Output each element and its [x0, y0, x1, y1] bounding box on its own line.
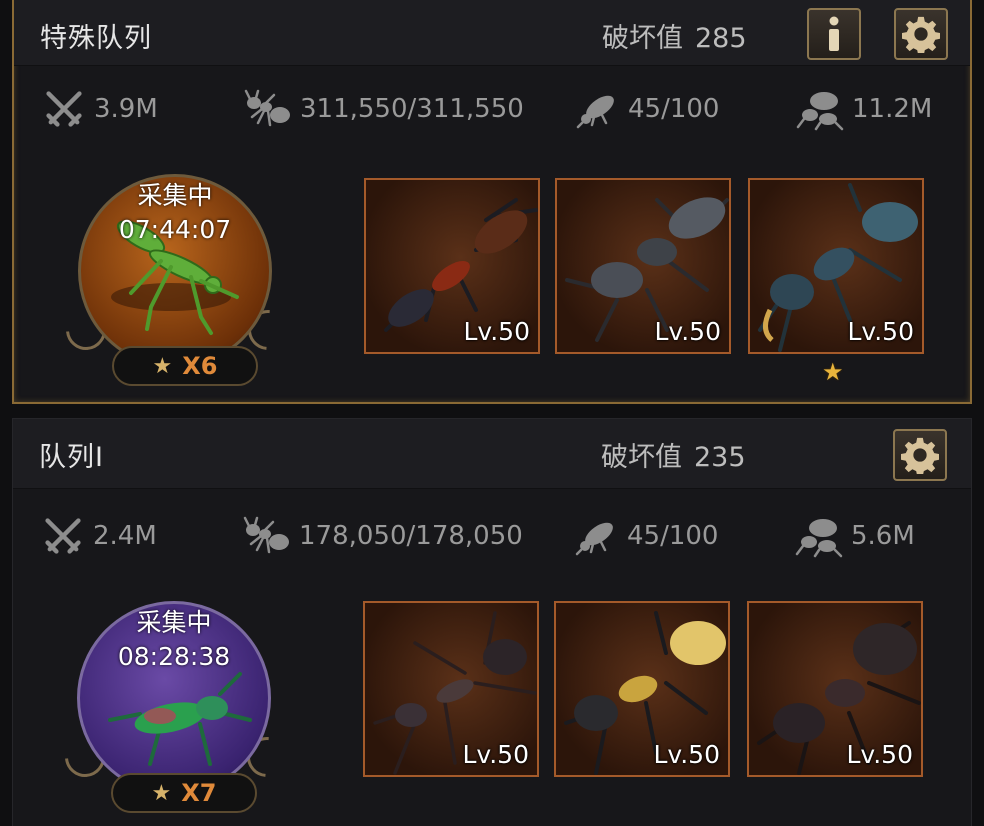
settings-button[interactable] [893, 429, 947, 481]
ant-icon [244, 87, 292, 131]
squad-stats: 2.4M 178,050/178,050 45/100 5.6M [13, 511, 971, 561]
troop-stat: 311,550/311,550 [244, 84, 524, 134]
gathering-status: 采集中 [137, 181, 213, 210]
load-stat: 5.6M [795, 511, 915, 561]
capacity-value: 45/100 [628, 94, 720, 124]
attack-stat: 2.4M [41, 511, 157, 561]
troop-card[interactable]: Lv.50 [748, 178, 924, 354]
gathering-timer: 07:44:07 [118, 215, 232, 244]
settings-button[interactable] [894, 8, 948, 60]
gathering-timer: 08:28:38 [117, 642, 231, 671]
beetle-icon [575, 514, 619, 558]
troop-level: Lv.50 [462, 740, 529, 769]
troop-card[interactable]: Lv.50 [747, 601, 923, 777]
squad-title: 队列I [39, 442, 104, 473]
attack-value: 3.9M [94, 94, 158, 124]
troop-level: Lv.50 [653, 740, 720, 769]
portrait-disc: 采集中 08:28:38 [77, 601, 271, 795]
troop-level: Lv.50 [847, 317, 914, 346]
carry-ant-icon [796, 87, 844, 131]
damage-label: 破坏值 [601, 442, 682, 473]
crossed-swords-icon [41, 514, 85, 558]
troop-card[interactable]: Lv.50 [555, 178, 731, 354]
squad-panel-special[interactable]: 特殊队列 破坏值 285 3.9M 311,550/311,550 45/100 [12, 0, 972, 404]
capacity-stat: 45/100 [576, 84, 719, 134]
damage-number: 235 [694, 442, 746, 473]
damage-label: 破坏值 [602, 23, 683, 54]
troop-level: Lv.50 [846, 740, 913, 769]
squad-stats: 3.9M 311,550/311,550 45/100 11.2M [14, 84, 970, 134]
troop-value: 178,050/178,050 [299, 521, 523, 551]
attack-stat: 3.9M [42, 84, 158, 134]
troop-level: Lv.50 [654, 317, 721, 346]
load-stat: 11.2M [796, 84, 932, 134]
gear-icon [902, 15, 940, 53]
damage-value: 破坏值 235 [601, 435, 746, 474]
troop-stat: 178,050/178,050 [243, 511, 523, 561]
ant-icon [243, 514, 291, 558]
info-button[interactable] [807, 8, 861, 60]
info-icon [829, 16, 839, 51]
portrait-disc: 采集中 07:44:07 [78, 174, 272, 368]
squad-panel-1[interactable]: 队列I 破坏值 235 2.4M 178,050/178,050 45/100 5… [12, 418, 972, 826]
capacity-stat: 45/100 [575, 511, 718, 561]
load-value: 5.6M [851, 521, 915, 551]
troop-level: Lv.50 [463, 317, 530, 346]
commander-portrait[interactable]: 采集中 08:28:38 ★ X7 [56, 597, 296, 815]
card-star-icon: ★ [822, 358, 844, 386]
capacity-value: 45/100 [627, 521, 719, 551]
gathering-status: 采集中 [136, 608, 212, 637]
star-level: X6 [182, 352, 218, 380]
carry-ant-icon [795, 514, 843, 558]
star-level: X7 [181, 779, 217, 807]
squad-title: 特殊队列 [40, 23, 152, 54]
star-icon: ★ [152, 353, 173, 379]
crossed-swords-icon [42, 87, 86, 131]
troop-card[interactable]: Lv.50 [554, 601, 730, 777]
damage-number: 285 [695, 23, 747, 54]
troop-card[interactable]: Lv.50 [364, 178, 540, 354]
star-level-badge: ★ X7 [111, 773, 257, 813]
troop-value: 311,550/311,550 [300, 94, 524, 124]
troop-card[interactable]: Lv.50 [363, 601, 539, 777]
commander-portrait[interactable]: 采集中 07:44:07 ★ X6 [57, 170, 297, 388]
squad-header: 队列I 破坏值 235 [13, 419, 971, 489]
damage-value: 破坏值 285 [602, 16, 747, 55]
attack-value: 2.4M [93, 521, 157, 551]
squad-header: 特殊队列 破坏值 285 [14, 0, 970, 66]
star-icon: ★ [151, 780, 172, 806]
beetle-icon [576, 87, 620, 131]
load-value: 11.2M [852, 94, 933, 124]
gear-icon [901, 436, 939, 474]
star-level-badge: ★ X6 [112, 346, 258, 386]
